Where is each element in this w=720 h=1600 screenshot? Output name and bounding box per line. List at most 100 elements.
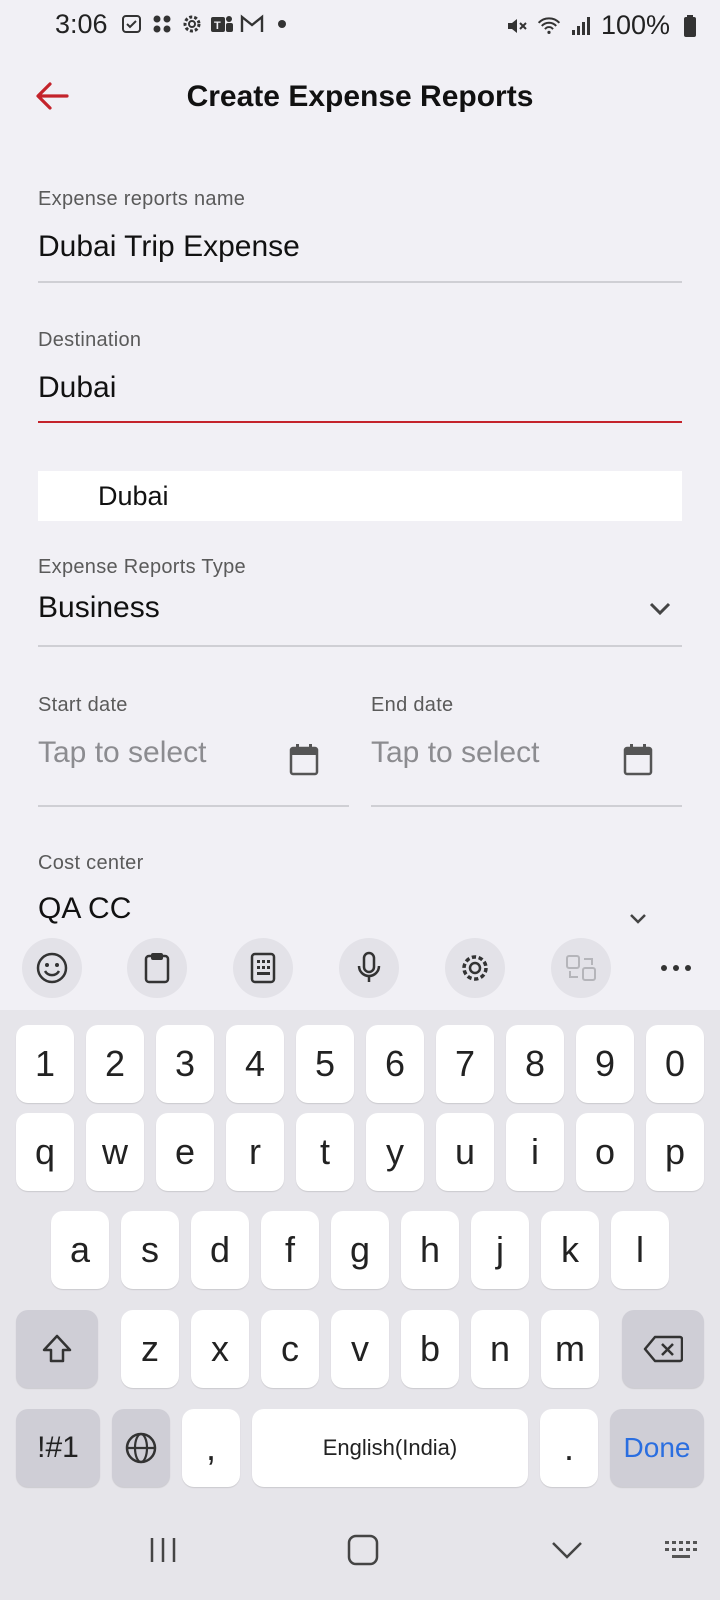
dot-icon — [270, 12, 294, 36]
key-r[interactable]: r — [226, 1113, 284, 1191]
status-left-icons: T — [120, 12, 294, 36]
key-7[interactable]: 7 — [436, 1025, 494, 1103]
end-date-label: End date — [371, 694, 454, 716]
home-icon — [347, 1534, 379, 1566]
key-u[interactable]: u — [436, 1113, 494, 1191]
key-t[interactable]: t — [296, 1113, 354, 1191]
expense-name-underline — [38, 281, 682, 283]
end-date-field[interactable]: Tap to select — [371, 736, 539, 770]
start-date-underline — [38, 805, 349, 807]
key-1[interactable]: 1 — [16, 1025, 74, 1103]
expense-name-label: Expense reports name — [38, 188, 246, 210]
more-icon — [661, 965, 691, 971]
key-n[interactable]: n — [471, 1310, 529, 1388]
key-k[interactable]: k — [541, 1211, 599, 1289]
destination-input[interactable]: Dubai — [38, 371, 116, 405]
key-z[interactable]: z — [121, 1310, 179, 1388]
key-8[interactable]: 8 — [506, 1025, 564, 1103]
cost-center-select[interactable]: QA CC — [38, 892, 131, 926]
shift-icon — [42, 1334, 72, 1363]
key-a[interactable]: a — [51, 1211, 109, 1289]
settings-icon — [180, 12, 204, 36]
key-0[interactable]: 0 — [646, 1025, 704, 1103]
key-p[interactable]: p — [646, 1113, 704, 1191]
destination-label: Destination — [38, 329, 142, 351]
keyboard-toolbar — [0, 928, 720, 1010]
key-g[interactable]: g — [331, 1211, 389, 1289]
keypad-button[interactable] — [233, 938, 293, 998]
wifi-icon — [537, 14, 561, 38]
key-v[interactable]: v — [331, 1310, 389, 1388]
key-o[interactable]: o — [576, 1113, 634, 1191]
key-m[interactable]: m — [541, 1310, 599, 1388]
key-6[interactable]: 6 — [366, 1025, 424, 1103]
key-j[interactable]: j — [471, 1211, 529, 1289]
apps-icon — [150, 12, 174, 36]
gear-icon — [462, 955, 488, 981]
status-time: 3:06 — [55, 9, 108, 39]
report-type-label: Expense Reports Type — [38, 556, 246, 578]
chevron-down-icon — [552, 1542, 582, 1559]
voice-input-button[interactable] — [339, 938, 399, 998]
teams-icon: T — [210, 12, 234, 36]
key-w[interactable]: w — [86, 1113, 144, 1191]
notification-icon — [120, 12, 144, 36]
key-e[interactable]: e — [156, 1113, 214, 1191]
shift-key[interactable] — [16, 1310, 98, 1388]
home-button[interactable] — [338, 1525, 388, 1575]
comma-key[interactable]: , — [182, 1409, 240, 1487]
key-q[interactable]: q — [16, 1113, 74, 1191]
keyboard-switch-button[interactable] — [657, 1525, 707, 1575]
key-3[interactable]: 3 — [156, 1025, 214, 1103]
done-key[interactable]: Done — [610, 1409, 704, 1487]
chevron-down-icon[interactable] — [648, 597, 672, 626]
globe-icon — [125, 1432, 157, 1464]
key-i[interactable]: i — [506, 1113, 564, 1191]
signal-icon — [569, 14, 593, 38]
calendar-icon[interactable] — [622, 743, 654, 777]
recent-apps-button[interactable] — [138, 1525, 188, 1575]
key-y[interactable]: y — [366, 1113, 424, 1191]
keyboard-icon — [665, 1541, 697, 1558]
destination-underline — [38, 421, 682, 423]
microphone-icon — [357, 951, 381, 982]
key-f[interactable]: f — [261, 1211, 319, 1289]
key-2[interactable]: 2 — [86, 1025, 144, 1103]
backspace-key[interactable] — [622, 1310, 704, 1388]
destination-suggestion[interactable]: Dubai — [38, 471, 682, 521]
translate-button[interactable] — [551, 938, 611, 998]
key-4[interactable]: 4 — [226, 1025, 284, 1103]
key-9[interactable]: 9 — [576, 1025, 634, 1103]
battery-icon — [678, 14, 702, 38]
hide-keyboard-button[interactable] — [542, 1525, 592, 1575]
translate-icon — [566, 955, 596, 981]
expense-name-input[interactable]: Dubai Trip Expense — [38, 230, 300, 264]
report-type-select[interactable]: Business — [38, 591, 160, 625]
symbols-key[interactable]: !#1 — [16, 1409, 100, 1487]
recent-apps-icon — [150, 1538, 176, 1562]
status-bar: 3:06 T 100% — [0, 0, 720, 52]
calendar-icon[interactable] — [288, 743, 320, 777]
space-key[interactable]: English(India) — [252, 1409, 528, 1487]
page-title: Create Expense Reports — [186, 80, 534, 113]
keyboard-settings-button[interactable] — [445, 938, 505, 998]
key-d[interactable]: d — [191, 1211, 249, 1289]
cost-center-label: Cost center — [38, 852, 144, 874]
mute-icon — [505, 14, 529, 38]
key-x[interactable]: x — [191, 1310, 249, 1388]
clipboard-button[interactable] — [127, 938, 187, 998]
suggestion-text: Dubai — [98, 481, 169, 511]
start-date-field[interactable]: Tap to select — [38, 736, 206, 770]
language-key[interactable] — [112, 1409, 170, 1487]
navigation-bar — [0, 1500, 720, 1600]
key-h[interactable]: h — [401, 1211, 459, 1289]
key-c[interactable]: c — [261, 1310, 319, 1388]
key-b[interactable]: b — [401, 1310, 459, 1388]
period-key[interactable]: . — [540, 1409, 598, 1487]
more-options-button[interactable] — [646, 938, 706, 998]
key-5[interactable]: 5 — [296, 1025, 354, 1103]
status-right-icons: 100% — [505, 10, 702, 41]
key-s[interactable]: s — [121, 1211, 179, 1289]
key-l[interactable]: l — [611, 1211, 669, 1289]
emoji-button[interactable] — [22, 938, 82, 998]
